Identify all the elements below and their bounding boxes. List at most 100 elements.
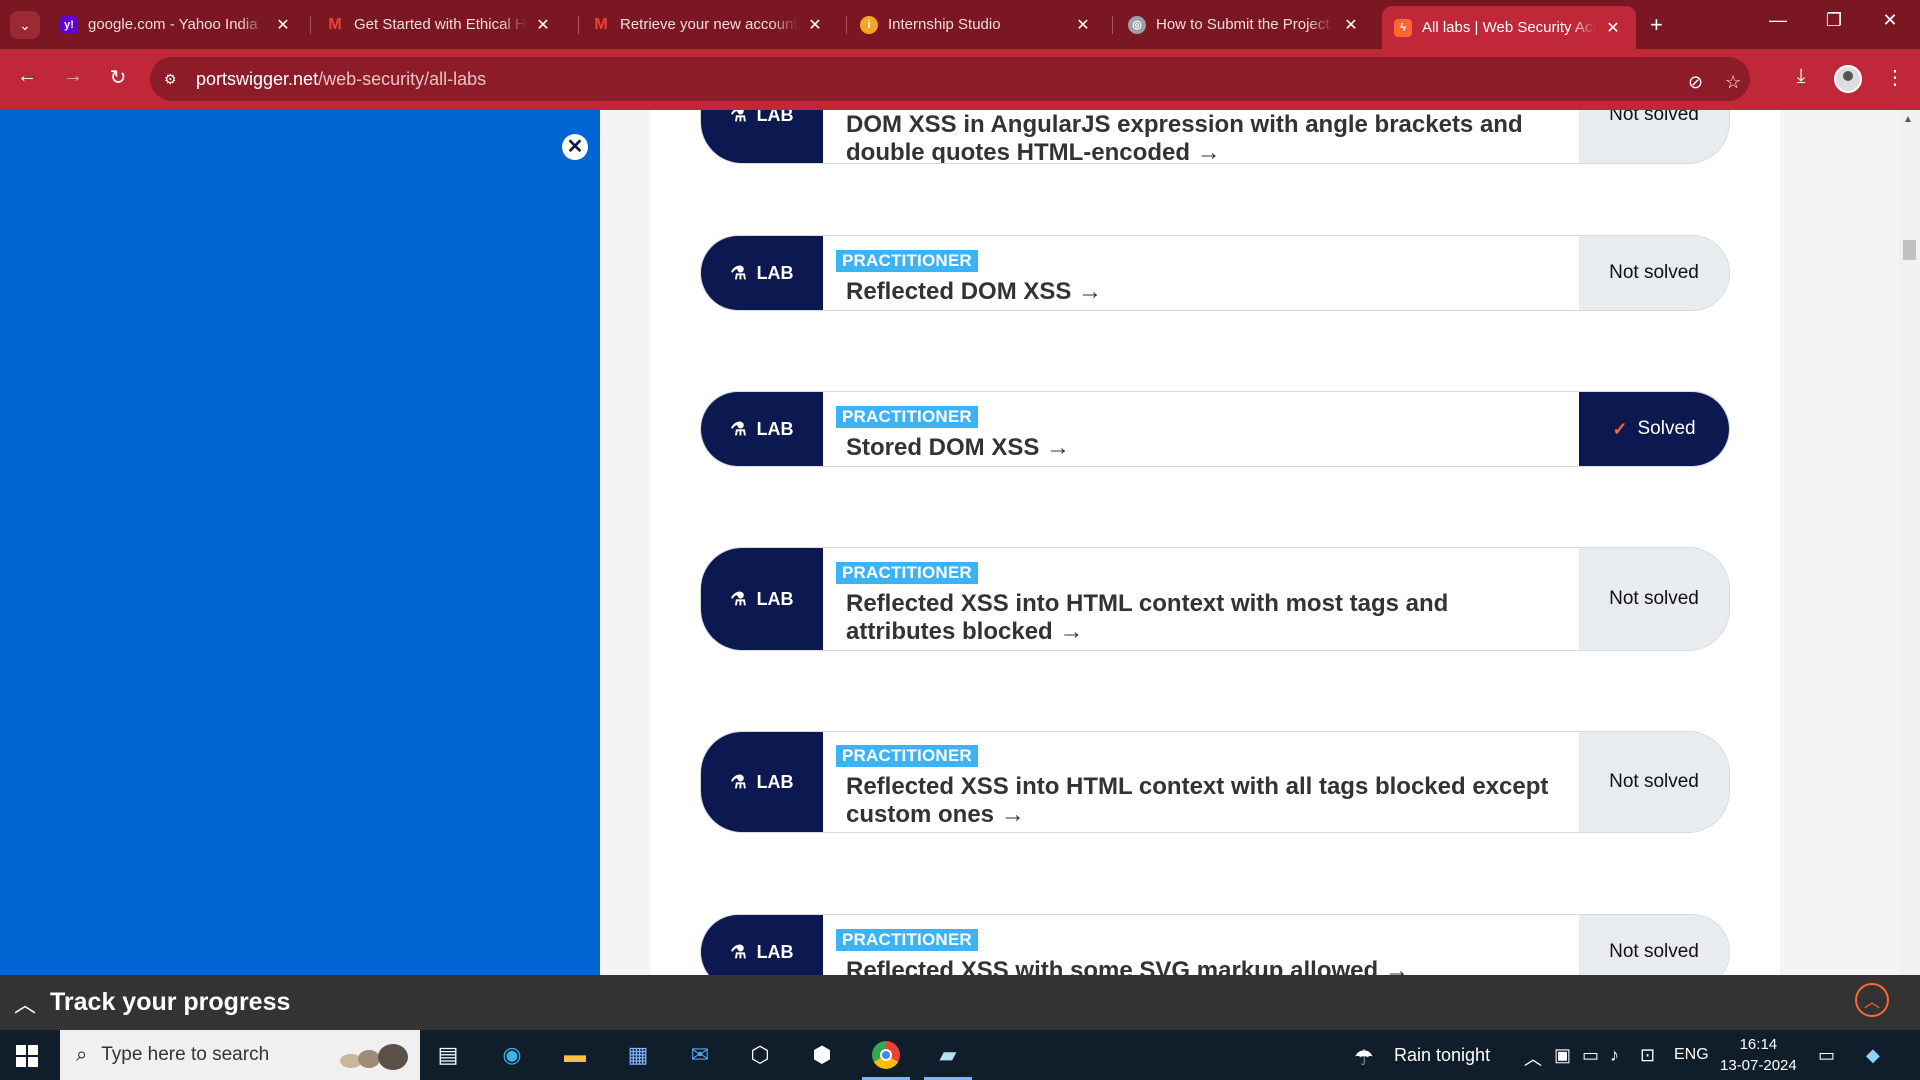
sidebar-close-button[interactable]: ✕ bbox=[562, 134, 588, 160]
menu-button[interactable]: ⋮ bbox=[1880, 65, 1910, 90]
copilot-icon[interactable]: ◆ bbox=[1866, 1045, 1880, 1066]
chrome-icon[interactable] bbox=[862, 1038, 910, 1080]
search-highlight-image bbox=[338, 1042, 414, 1072]
tab-gmail-retrieve[interactable]: M Retrieve your new account ✕ bbox=[580, 6, 838, 43]
address-bar[interactable]: ⚙ portswigger.net/web-security/all-labs … bbox=[150, 57, 1750, 101]
lab-card[interactable]: ⚗ LAB PRACTITIONER Reflected XSS with som… bbox=[700, 914, 1730, 975]
virtualbox-icon[interactable]: ⬡ bbox=[742, 1038, 778, 1072]
internship-studio-icon: i bbox=[860, 15, 878, 34]
notification-icon[interactable]: ▭ bbox=[1818, 1045, 1835, 1066]
close-icon: ✕ bbox=[1882, 10, 1898, 30]
weather-icon[interactable]: ☂ bbox=[1354, 1045, 1374, 1071]
lab-status: Not solved bbox=[1579, 548, 1729, 650]
lab-tag: ⚗ LAB bbox=[701, 548, 823, 650]
file-explorer-icon[interactable]: ▬ bbox=[557, 1038, 593, 1072]
lab-card[interactable]: ⚗ LAB DOM XSS in AngularJS expression wit… bbox=[700, 110, 1730, 164]
language-indicator[interactable]: ENG bbox=[1674, 1046, 1709, 1064]
mail-icon[interactable]: ✉ bbox=[682, 1038, 718, 1072]
lab-status: Not solved bbox=[1579, 915, 1729, 975]
lab-tag: ⚗ LAB bbox=[701, 236, 823, 310]
clock[interactable]: 16:14 13-07-2024 bbox=[1720, 1034, 1797, 1076]
lab-card[interactable]: ⚗ LAB PRACTITIONER Reflected XSS into HTM… bbox=[700, 547, 1730, 651]
tab-submit-project[interactable]: ◎ How to Submit the Project ✕ bbox=[1116, 6, 1374, 43]
globe-icon: ◎ bbox=[1128, 15, 1146, 34]
scroll-up-icon[interactable]: ▲ bbox=[1903, 114, 1913, 125]
lab-status: Not solved bbox=[1579, 732, 1729, 832]
star-icon[interactable]: ☆ bbox=[1725, 72, 1741, 93]
level-badge: PRACTITIONER bbox=[836, 929, 978, 951]
chrome-logo-icon bbox=[872, 1041, 900, 1069]
close-icon[interactable]: ✕ bbox=[1074, 15, 1092, 35]
gmail-icon: M bbox=[594, 15, 608, 33]
lab-title-link[interactable]: Stored DOM XSS → bbox=[836, 434, 1559, 462]
lab-status-solved: ✓ Solved bbox=[1579, 392, 1729, 466]
lab-title-link[interactable]: Reflected XSS into HTML context with mos… bbox=[836, 590, 1559, 646]
battery-icon[interactable]: ▭ bbox=[1582, 1045, 1599, 1066]
flask-icon: ⚗ bbox=[730, 262, 747, 283]
restore-button[interactable]: ❐ bbox=[1814, 10, 1854, 31]
level-badge: PRACTITIONER bbox=[836, 562, 978, 584]
flask-icon: ⚗ bbox=[730, 418, 747, 439]
lab-title-link[interactable]: DOM XSS in AngularJS expression with ang… bbox=[836, 111, 1536, 163]
level-badge: PRACTITIONER bbox=[836, 250, 978, 272]
reload-button[interactable]: ↻ bbox=[103, 65, 133, 90]
download-button[interactable]: ⤓ bbox=[1786, 65, 1816, 88]
notepad-icon[interactable]: ▰ bbox=[924, 1038, 972, 1080]
minimize-button[interactable]: — bbox=[1758, 10, 1798, 31]
forward-button[interactable]: → bbox=[58, 65, 88, 88]
network-icon[interactable]: ⊡ bbox=[1640, 1045, 1655, 1066]
clock-date: 13-07-2024 bbox=[1720, 1057, 1797, 1074]
weather-text[interactable]: Rain tonight bbox=[1394, 1045, 1490, 1066]
close-icon[interactable]: ✕ bbox=[1342, 15, 1360, 35]
minimize-icon: — bbox=[1769, 10, 1787, 30]
back-to-top-button[interactable]: ︿ bbox=[1855, 983, 1889, 1017]
task-view-icon[interactable]: ▤ bbox=[430, 1038, 466, 1072]
profile-avatar[interactable] bbox=[1834, 65, 1862, 93]
plus-icon: + bbox=[1650, 12, 1663, 37]
portswigger-icon: ϟ bbox=[1394, 18, 1412, 37]
meet-icon[interactable]: ▣ bbox=[1554, 1045, 1571, 1066]
download-icon: ⤓ bbox=[1796, 65, 1806, 87]
volume-icon[interactable]: ♪ bbox=[1610, 1045, 1619, 1066]
check-icon: ✓ bbox=[1612, 418, 1628, 439]
tab-search-button[interactable]: ⌄ bbox=[10, 11, 40, 39]
tray-chevron-up-icon[interactable]: ︿ bbox=[1524, 1045, 1542, 1071]
tab-all-labs[interactable]: ϟ All labs | Web Security Aca ✕ bbox=[1382, 6, 1636, 49]
track-progress-bar[interactable]: ︿ Track your progress ︿ bbox=[0, 975, 1920, 1030]
page-scrollbar[interactable]: ▲ bbox=[1898, 110, 1920, 975]
chevron-up-icon: ︿ bbox=[14, 991, 37, 1017]
start-button[interactable] bbox=[16, 1045, 38, 1067]
close-window-button[interactable]: ✕ bbox=[1870, 10, 1910, 31]
lab-title-link[interactable]: Reflected XSS into HTML context with all… bbox=[836, 773, 1559, 829]
arrow-left-icon: ← bbox=[17, 65, 37, 87]
lab-status: Not solved bbox=[1579, 236, 1729, 310]
lab-tag: ⚗ LAB bbox=[701, 915, 823, 975]
back-button[interactable]: ← bbox=[12, 65, 42, 88]
scrollbar-thumb[interactable] bbox=[1903, 240, 1916, 260]
search-placeholder: Type here to search bbox=[101, 1044, 270, 1065]
edge-icon[interactable]: ◉ bbox=[494, 1038, 530, 1072]
site-info-icon[interactable]: ⚙ bbox=[164, 71, 184, 88]
flask-icon: ⚗ bbox=[730, 588, 747, 609]
lab-card[interactable]: ⚗ LAB PRACTITIONER Reflected DOM XSS → No… bbox=[700, 235, 1730, 311]
search-icon: ⌕ bbox=[76, 1043, 88, 1066]
close-icon[interactable]: ✕ bbox=[274, 15, 292, 35]
close-icon[interactable]: ✕ bbox=[1604, 18, 1622, 38]
lab-title-link[interactable]: Reflected XSS with some SVG markup allow… bbox=[836, 957, 1559, 975]
close-icon[interactable]: ✕ bbox=[806, 15, 824, 35]
3d-viewer-icon[interactable]: ⬢ bbox=[804, 1038, 840, 1072]
store-icon[interactable]: ▦ bbox=[620, 1038, 656, 1072]
taskbar-search[interactable]: ⌕ Type here to search bbox=[60, 1030, 420, 1080]
tab-internship-studio[interactable]: i Internship Studio ✕ bbox=[848, 6, 1106, 43]
lab-tag: ⚗ LAB bbox=[701, 110, 823, 163]
arrow-right-icon: → bbox=[63, 65, 83, 87]
tab-yahoo[interactable]: y! google.com - Yahoo India ✕ bbox=[48, 6, 306, 43]
lab-card[interactable]: ⚗ LAB PRACTITIONER Reflected XSS into HTM… bbox=[700, 731, 1730, 833]
tab-gmail-ethical[interactable]: M Get Started with Ethical Ha ✕ bbox=[314, 6, 566, 43]
new-tab-button[interactable]: + bbox=[1650, 12, 1663, 38]
lab-card[interactable]: ⚗ LAB PRACTITIONER Stored DOM XSS → ✓ Solv… bbox=[700, 391, 1730, 467]
lab-title-link[interactable]: Reflected DOM XSS → bbox=[836, 278, 1559, 306]
eye-off-icon[interactable]: ⊘ bbox=[1688, 72, 1703, 93]
url-text: portswigger.net/web-security/all-labs bbox=[196, 68, 487, 89]
close-icon[interactable]: ✕ bbox=[534, 15, 552, 35]
